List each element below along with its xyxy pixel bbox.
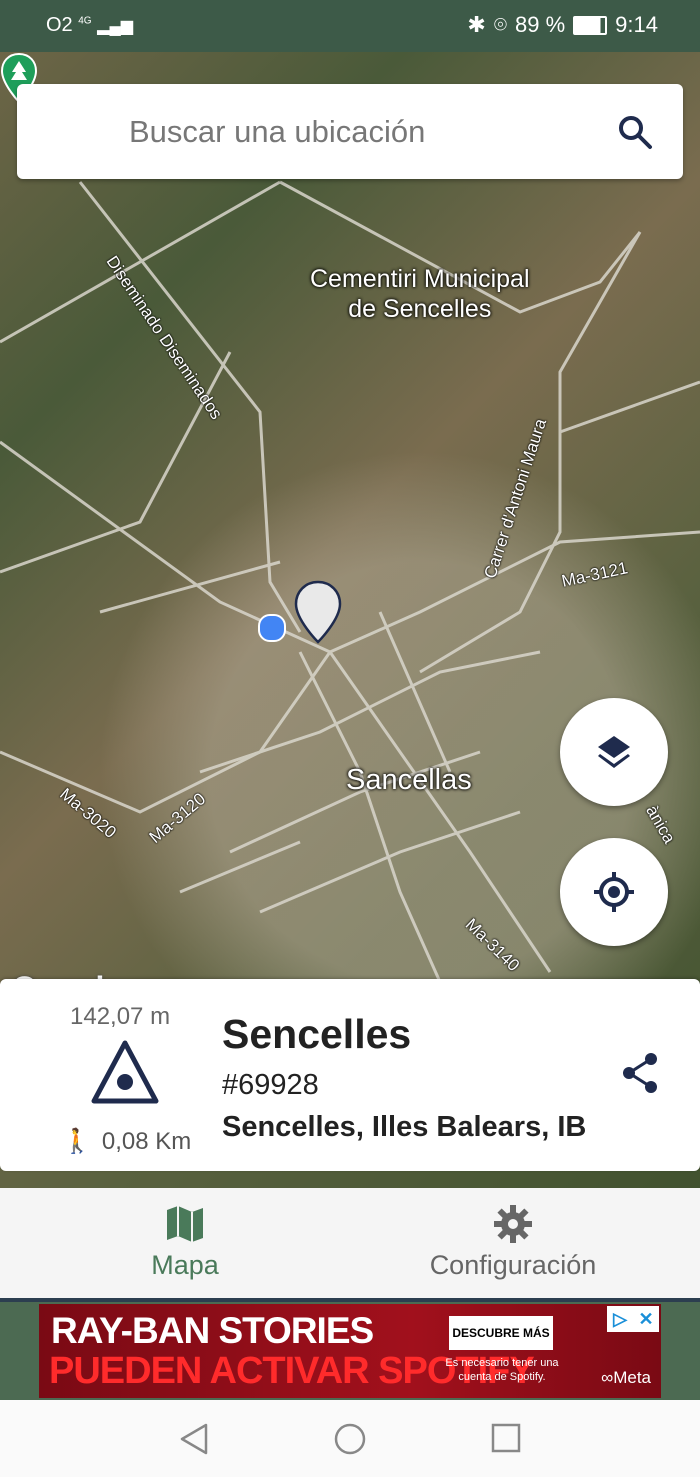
selected-marker-icon[interactable] [294, 580, 342, 644]
my-location-icon [594, 872, 634, 912]
system-nav-bar [0, 1400, 700, 1477]
poi-name: Cementiri Municipal de Sencelles [310, 265, 530, 323]
ad-disclaimer: Es necesario tener una cuenta de Spotify… [445, 1357, 559, 1383]
ad-cta-button[interactable]: DESCUBRE MÁS [449, 1316, 553, 1350]
my-location-button[interactable] [560, 838, 668, 946]
search-bar[interactable]: Buscar una ubicación [17, 84, 683, 179]
layers-button[interactable] [560, 698, 668, 806]
search-icon[interactable] [617, 114, 653, 150]
gear-icon [494, 1205, 532, 1243]
nav-item-configuracion[interactable]: Configuración [338, 1188, 688, 1298]
nav-item-mapa[interactable]: Mapa [10, 1188, 360, 1298]
battery-icon [573, 15, 608, 35]
ad-brand: ∞Meta [601, 1368, 651, 1387]
elevation-value: 142,07 m [70, 1003, 171, 1030]
town-label: Sancellas [346, 764, 472, 796]
ad-choices[interactable]: ▷ ✕ [607, 1306, 659, 1332]
signal-icon: ▂▄▆ [97, 18, 134, 35]
map-icon [167, 1206, 203, 1242]
elevation-icon [91, 1040, 159, 1104]
clock: 9:14 [615, 12, 658, 37]
status-bar: O2 4G ▂▄▆ ✱ ⌾ 89 % 9:14 [0, 0, 700, 52]
ad-headline: RAY-BAN STORIES [51, 1310, 374, 1351]
close-icon[interactable]: ✕ [633, 1306, 659, 1332]
network-label: 4G [78, 15, 92, 27]
layers-icon [598, 736, 630, 768]
adchoices-icon[interactable]: ▷ [607, 1306, 633, 1332]
distance-row: 🚶 0,08 Km [62, 1127, 191, 1156]
nav-label-mapa: Mapa [151, 1250, 219, 1280]
poi-label[interactable]: Cementiri Municipal de Sencelles [310, 264, 530, 324]
battery-percent: 89 % [515, 12, 566, 37]
place-title: Sencelles [222, 1011, 412, 1057]
location-card[interactable]: 142,07 m 🚶 0,08 Km Sencelles #69928 Senc… [0, 979, 700, 1171]
place-address: Sencelles, Illes Balears, IB [222, 1111, 587, 1143]
status-left: O2 4G ▂▄▆ [46, 14, 133, 37]
bottom-navigation: Mapa Configuración [0, 1188, 700, 1302]
share-icon[interactable] [620, 1051, 660, 1095]
status-right: ✱ ⌾ 89 % 9:14 [467, 12, 658, 38]
back-icon[interactable] [178, 1422, 210, 1456]
carrier-label: O2 [46, 14, 73, 36]
nav-label-configuracion: Configuración [429, 1250, 597, 1280]
ad-container: RAY-BAN STORIES PUEDEN ACTIVAR SPOTIFY D… [0, 1302, 700, 1400]
ad-banner[interactable]: RAY-BAN STORIES PUEDEN ACTIVAR SPOTIFY D… [39, 1304, 661, 1398]
location-status-icon: ⌾ [493, 12, 508, 37]
home-icon[interactable] [333, 1422, 367, 1456]
search-input[interactable]: Buscar una ubicación [129, 114, 425, 150]
distance-value: 0,08 Km [101, 1127, 192, 1155]
recents-icon[interactable] [490, 1422, 522, 1454]
place-id: #69928 [222, 1069, 319, 1101]
walking-icon: 🚶 [62, 1128, 92, 1155]
bluetooth-icon: ✱ [467, 12, 486, 37]
current-location-dot [258, 614, 286, 642]
